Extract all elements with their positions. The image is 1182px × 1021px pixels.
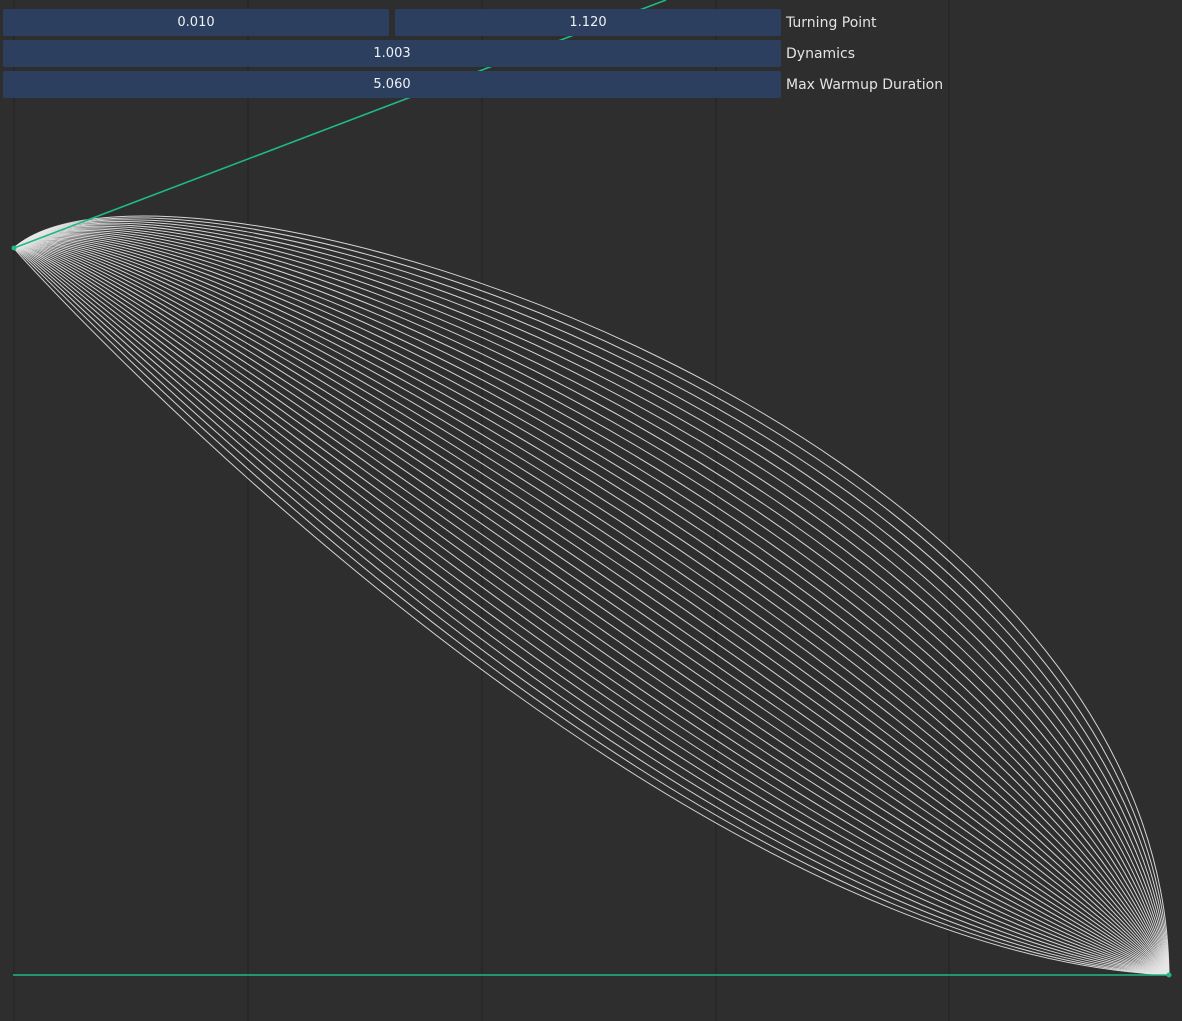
turning-point-min-value: 0.010 — [177, 15, 215, 30]
curve-plot — [11, 0, 1172, 1021]
curve-line — [13, 230, 1170, 976]
curve-line — [13, 234, 1170, 976]
turning-point-row: 0.010 1.120 Turning Point — [3, 9, 963, 36]
curve-line — [13, 222, 1170, 976]
curve-line — [13, 233, 1170, 976]
turning-point-max-slider[interactable]: 1.120 — [395, 9, 781, 36]
dynamics-label: Dynamics — [786, 45, 856, 62]
turning-point-max-value: 1.120 — [569, 15, 607, 30]
curve-line — [13, 243, 1170, 976]
curve-family — [13, 215, 1170, 976]
end-point-marker — [1166, 972, 1172, 978]
curve-line — [13, 241, 1170, 976]
dynamics-slider[interactable]: 1.003 — [3, 40, 781, 67]
parameter-panel: 0.010 1.120 Turning Point 1.003 Dynamics… — [3, 9, 963, 102]
curve-line — [13, 235, 1170, 976]
curve-line — [13, 240, 1170, 976]
max-warmup-duration-label: Max Warmup Duration — [786, 76, 944, 93]
curve-line — [13, 219, 1170, 976]
curve-line — [13, 228, 1170, 976]
dynamics-value: 1.003 — [373, 46, 411, 61]
curve-line — [13, 236, 1170, 976]
max-warmup-duration-slider[interactable]: 5.060 — [3, 71, 781, 98]
curve-line — [13, 227, 1170, 976]
curve-line — [13, 244, 1170, 976]
curve-line — [13, 240, 1170, 976]
turning-point-min-slider[interactable]: 0.010 — [3, 9, 389, 36]
dynamics-row: 1.003 Dynamics — [3, 40, 963, 67]
max-warmup-duration-row: 5.060 Max Warmup Duration — [3, 71, 963, 98]
start-point-marker — [11, 245, 17, 251]
curve-line — [13, 242, 1170, 976]
grid-lines — [13, 0, 950, 1021]
turning-point-label: Turning Point — [786, 14, 877, 31]
curve-line — [13, 244, 1170, 976]
curve-line — [13, 215, 1170, 976]
curve-line — [13, 245, 1170, 976]
max-warmup-duration-value: 5.060 — [373, 77, 411, 92]
